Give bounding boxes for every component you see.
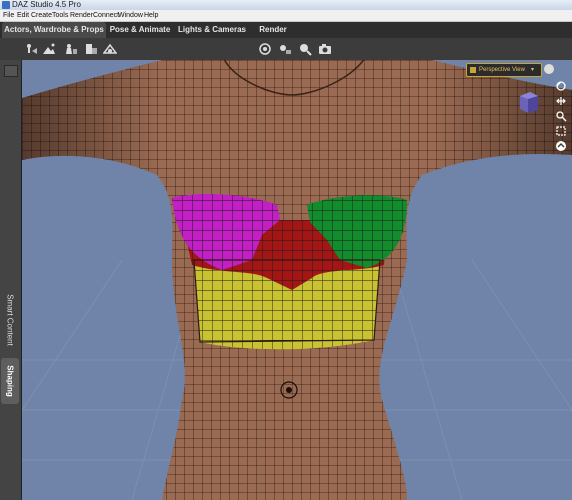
tab-pose-animate[interactable]: Pose & Animate — [109, 22, 171, 38]
pane-options-icon[interactable] — [4, 65, 18, 77]
primitive-icon[interactable] — [64, 42, 78, 56]
figure-icon[interactable] — [24, 42, 38, 56]
menu-help[interactable]: Help — [144, 10, 158, 21]
tab-actors-wardrobe-props[interactable]: Actors, Wardrobe & Props — [2, 22, 106, 38]
view-selector[interactable]: Perspective View ▾ — [466, 63, 542, 77]
menu-edit[interactable]: Edit — [17, 10, 29, 21]
camera-dolly-icon[interactable] — [555, 95, 567, 107]
camera-zoom-icon[interactable] — [555, 125, 567, 137]
menu-render[interactable]: Render — [70, 10, 93, 21]
window-title: DAZ Studio 4.5 Pro — [12, 0, 81, 9]
chevron-down-icon: ▾ — [531, 67, 535, 73]
menu-bar: File Edit Create Tools Render Connect Wi… — [0, 10, 572, 22]
render-settings-icon[interactable] — [278, 42, 292, 56]
camera-icon[interactable] — [318, 42, 332, 56]
viewport-3d[interactable]: Perspective View ▾ — [22, 60, 572, 500]
app-icon — [2, 1, 10, 9]
pane-tab-bar: Actors, Wardrobe & Props Pose & Animate … — [0, 22, 572, 38]
smart-content-label: Smart Content — [5, 294, 15, 346]
tab-shaping[interactable]: Shaping — [1, 358, 19, 404]
scene-render — [22, 60, 572, 500]
scene-icon[interactable] — [103, 42, 117, 56]
menu-connect[interactable]: Connect — [93, 10, 119, 21]
toolbar — [0, 38, 572, 61]
tab-lights-cameras[interactable]: Lights & Cameras — [176, 22, 248, 38]
render-icon[interactable] — [298, 42, 312, 56]
title-bar: DAZ Studio 4.5 Pro — [0, 0, 572, 10]
menu-file[interactable]: File — [3, 10, 14, 21]
camera-pan-icon[interactable] — [555, 110, 567, 122]
menu-create[interactable]: Create — [31, 10, 52, 21]
wardrobe-icon[interactable] — [84, 42, 98, 56]
menu-tools[interactable]: Tools — [52, 10, 68, 21]
view-menu-icon — [470, 67, 476, 73]
frame-icon[interactable] — [555, 140, 567, 152]
shaping-label: Shaping — [5, 365, 15, 397]
camera-orbit-icon[interactable] — [555, 80, 567, 92]
view-label: Perspective View — [479, 67, 525, 73]
spot-render-icon[interactable] — [258, 42, 272, 56]
left-pane: Smart Content Shaping — [0, 60, 22, 500]
tab-render[interactable]: Render — [254, 22, 292, 38]
tab-smart-content[interactable]: Smart Content — [1, 285, 19, 355]
view-cube[interactable] — [518, 90, 540, 114]
menu-window[interactable]: Window — [118, 10, 143, 21]
viewport-options-icon[interactable] — [544, 64, 554, 74]
terrain-icon[interactable] — [42, 42, 56, 56]
